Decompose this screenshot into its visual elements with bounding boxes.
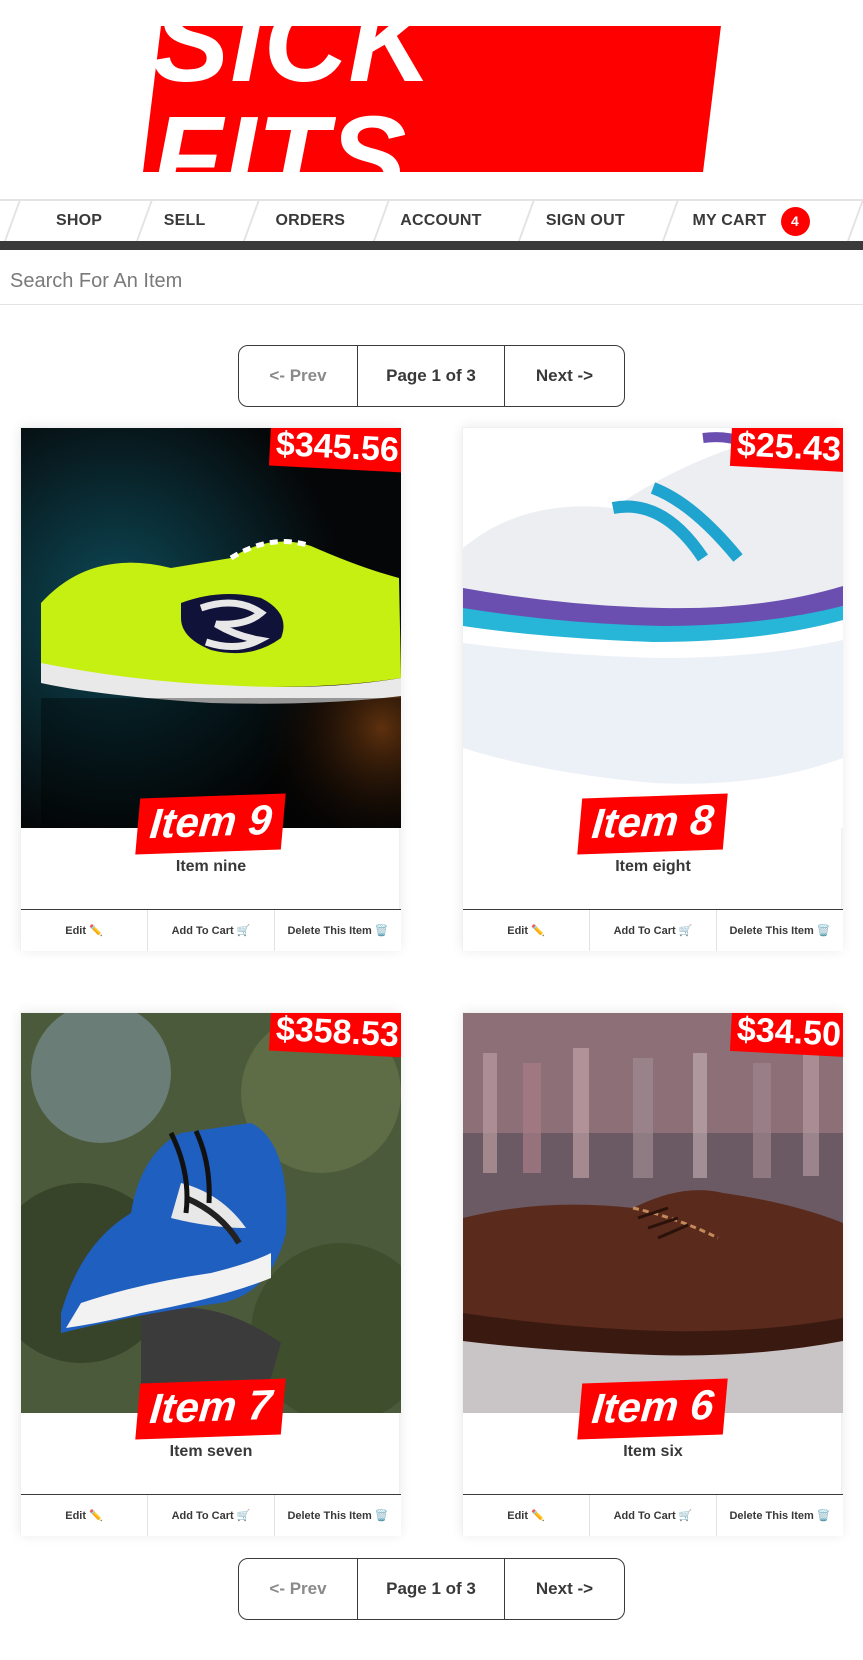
- white-blue-running-shoe-image: [463, 428, 843, 828]
- item-buttons: Edit ✏️ Add To Cart 🛒 Delete This Item 🗑…: [21, 909, 401, 951]
- item-description: Item six: [623, 1443, 683, 1460]
- prev-page-link[interactable]: <- Prev: [239, 1559, 358, 1619]
- nav-sign-out[interactable]: SIGN OUT: [514, 201, 658, 241]
- edit-button[interactable]: Edit ✏️: [21, 1495, 147, 1536]
- item-price: $345.56: [269, 428, 401, 473]
- logo[interactable]: SICK FITS: [143, 0, 721, 222]
- next-page-link[interactable]: Next ->: [505, 1559, 624, 1619]
- search-input[interactable]: [0, 259, 863, 305]
- item-buttons: Edit ✏️ Add To Cart 🛒 Delete This Item 🗑…: [21, 1494, 401, 1536]
- item-buttons: Edit ✏️ Add To Cart 🛒 Delete This Item 🗑…: [463, 909, 843, 951]
- edit-button[interactable]: Edit ✏️: [21, 910, 147, 951]
- delete-button[interactable]: Delete This Item 🗑️: [274, 910, 401, 951]
- item-image[interactable]: $34.50: [463, 1013, 843, 1413]
- item-price: $25.43: [729, 428, 843, 473]
- item-description: Item nine: [175, 858, 247, 875]
- brown-leather-shoe-image: [463, 1013, 843, 1413]
- add-to-cart-button[interactable]: Add To Cart 🛒: [589, 910, 716, 951]
- main-nav: SHOP SELL ORDERS ACCOUNT SIGN OUT MY CAR…: [0, 199, 863, 250]
- item-card: $358.53 Item 7 Item seven Edit ✏️ Add To…: [20, 1012, 401, 1536]
- green-running-shoe-image: [21, 428, 401, 828]
- delete-button[interactable]: Delete This Item 🗑️: [716, 1495, 843, 1536]
- add-to-cart-button[interactable]: Add To Cart 🛒: [589, 1495, 716, 1536]
- add-to-cart-button[interactable]: Add To Cart 🛒: [147, 910, 274, 951]
- item-buttons: Edit ✏️ Add To Cart 🛒 Delete This Item 🗑…: [463, 1494, 843, 1536]
- add-to-cart-button[interactable]: Add To Cart 🛒: [147, 1495, 274, 1536]
- prev-page-link[interactable]: <- Prev: [239, 346, 358, 406]
- edit-button[interactable]: Edit ✏️: [463, 1495, 589, 1536]
- item-card: $25.43 Item 8 Item eight Edit ✏️ Add To …: [462, 427, 843, 951]
- pagination-top: <- Prev Page 1 of 3 Next ->: [238, 345, 625, 407]
- item-card: $345.56 Item 9 Item nine Edit ✏️ Add To …: [20, 427, 401, 951]
- item-image[interactable]: $358.53: [21, 1013, 401, 1413]
- pagination-bottom: <- Prev Page 1 of 3 Next ->: [238, 1558, 625, 1620]
- header: SICK FITS: [0, 0, 863, 222]
- edit-button[interactable]: Edit ✏️: [463, 910, 589, 951]
- item-description: Item eight: [615, 858, 691, 875]
- item-image[interactable]: $345.56: [21, 428, 401, 828]
- cart-count-badge: 4: [780, 206, 810, 236]
- item-description: Item seven: [169, 1443, 253, 1460]
- page-indicator: Page 1 of 3: [358, 346, 505, 406]
- nav-my-cart[interactable]: MY CART 4: [658, 201, 844, 241]
- nav-orders[interactable]: ORDERS: [239, 201, 370, 241]
- nav-divider: [843, 201, 863, 241]
- page-indicator: Page 1 of 3: [358, 1559, 505, 1619]
- delete-button[interactable]: Delete This Item 🗑️: [274, 1495, 401, 1536]
- logo-text[interactable]: SICK FITS: [152, 0, 712, 222]
- cart-label: MY CART: [692, 212, 767, 229]
- item-price: $358.53: [269, 1013, 401, 1058]
- nav-shop[interactable]: SHOP: [0, 201, 132, 241]
- item-price: $34.50: [729, 1013, 843, 1058]
- delete-button[interactable]: Delete This Item 🗑️: [716, 910, 843, 951]
- nav-account[interactable]: ACCOUNT: [369, 201, 514, 241]
- item-card: $34.50 Item 6 Item six Edit ✏️ Add To Ca…: [462, 1012, 843, 1536]
- blue-high-top-sneaker-image: [21, 1013, 401, 1413]
- next-page-link[interactable]: Next ->: [505, 346, 624, 406]
- item-image[interactable]: $25.43: [463, 428, 843, 828]
- nav-sell[interactable]: SELL: [132, 201, 239, 241]
